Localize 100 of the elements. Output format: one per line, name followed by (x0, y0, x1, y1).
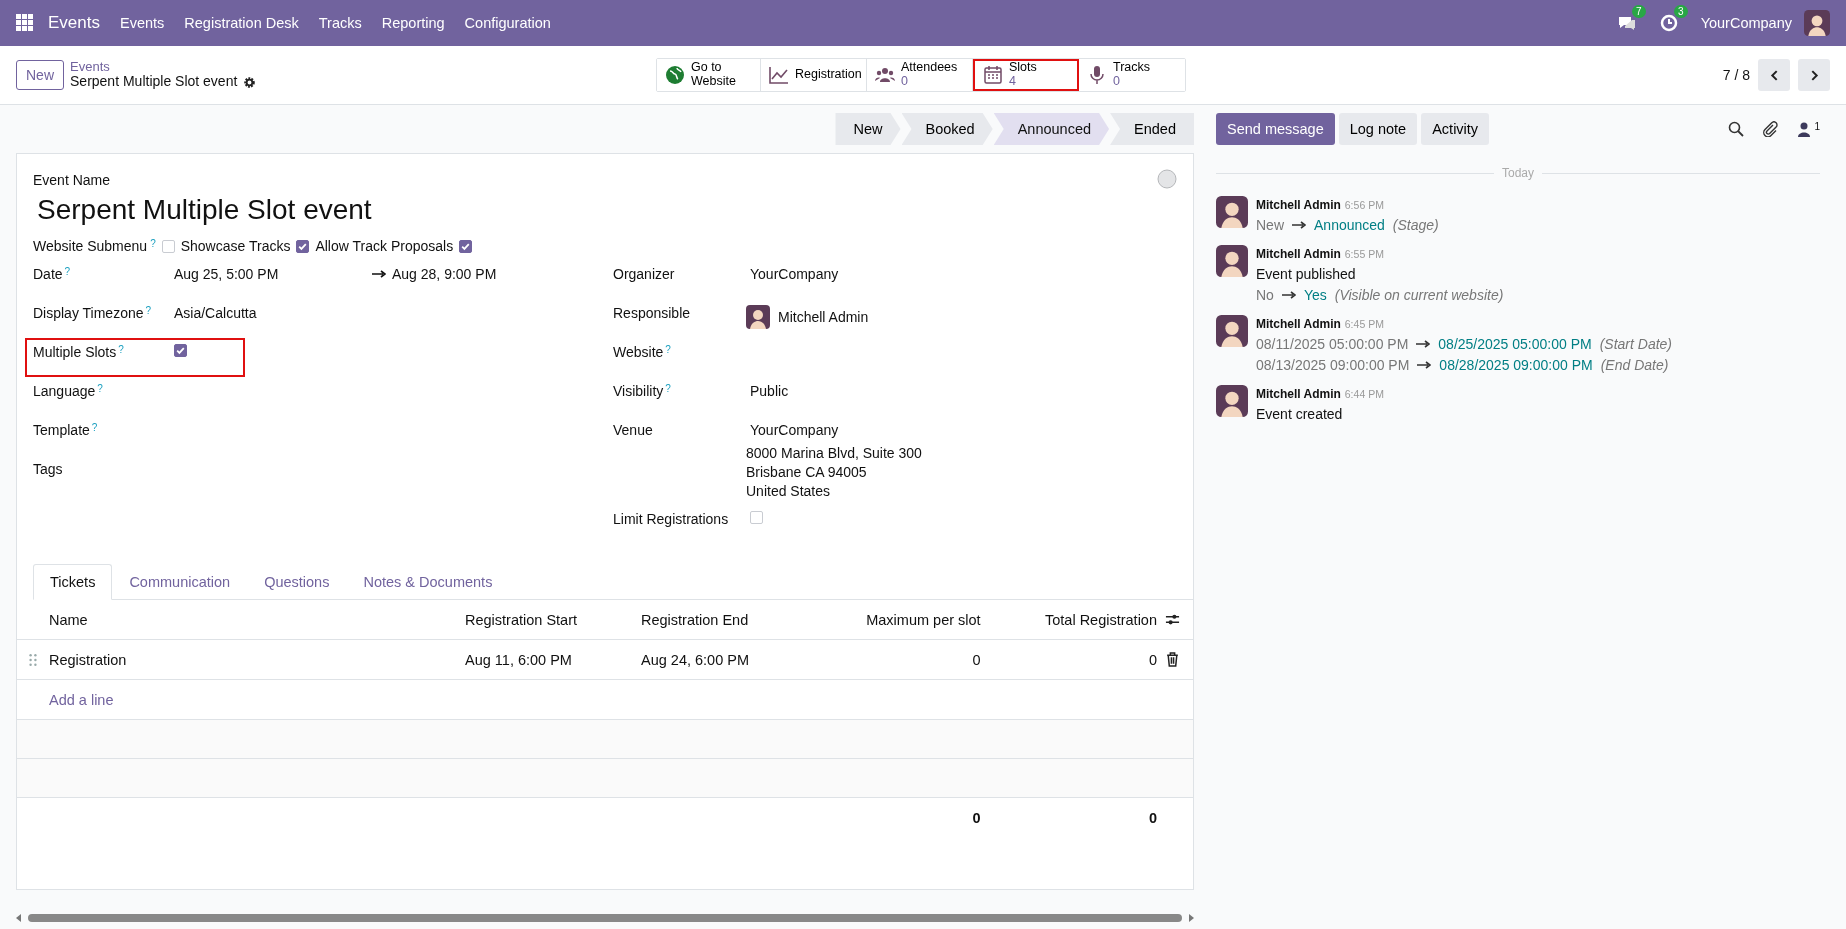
person-icon[interactable] (1796, 121, 1813, 137)
field-label: Date (33, 266, 63, 282)
column-header[interactable]: Total Registration (988, 600, 1165, 640)
message-time: 6:55 PM (1344, 248, 1384, 260)
stage-step[interactable]: New (835, 113, 901, 145)
next-button[interactable] (1798, 59, 1830, 91)
stage-step[interactable]: Announced (993, 113, 1110, 145)
message-author[interactable]: Mitchell Admin (1256, 198, 1341, 212)
chatter-button[interactable]: Activity (1421, 113, 1490, 145)
new-button[interactable]: New (16, 60, 64, 90)
checkbox[interactable] (296, 239, 310, 253)
date-field[interactable]: Aug 25, 5:00 PM (174, 266, 364, 282)
notification-badge: 7 (1632, 5, 1646, 18)
table-cell: Aug 24, 6:00 PM (633, 639, 809, 680)
field-label: Venue (613, 422, 653, 438)
horizontal-scrollbar[interactable] (16, 912, 1194, 924)
field-label: Visibility (613, 383, 664, 399)
arrow-icon (1416, 340, 1431, 348)
stage-step[interactable]: Booked (901, 113, 993, 145)
follower-count: 1 (1814, 121, 1820, 132)
tab[interactable]: Questions (247, 564, 347, 600)
address-line: 8000 Marina Blvd, Suite 300 (746, 445, 922, 461)
tab[interactable]: Communication (112, 564, 248, 600)
avatar-icon (746, 305, 770, 329)
column-header[interactable]: Maximum per slot (809, 600, 989, 640)
company-name[interactable]: YourCompany (1700, 15, 1792, 31)
scroll-right-icon[interactable] (1188, 914, 1194, 922)
new-value: 08/28/2025 09:00:00 PM (1439, 357, 1593, 373)
field-label: Website (613, 344, 664, 360)
field-label: Website Submenu (33, 238, 148, 254)
arrow-icon (1292, 221, 1306, 229)
paperclip-icon[interactable] (1762, 121, 1779, 137)
address-line: Brisbane CA 94005 (746, 464, 868, 480)
chatter-button[interactable]: Send message (1216, 113, 1335, 145)
menu-item[interactable]: Tracks (318, 15, 362, 31)
app-name[interactable]: Events (48, 13, 100, 33)
message-author[interactable]: Mitchell Admin (1256, 317, 1341, 331)
avatar-icon (1216, 385, 1248, 417)
smart-button[interactable]: Go to Website (657, 59, 761, 91)
field-name: (Visible on current website) (1334, 287, 1504, 303)
microphone-icon (1087, 65, 1107, 85)
settings-icon[interactable] (243, 75, 257, 89)
message-author[interactable]: Mitchell Admin (1256, 387, 1341, 401)
avatar-icon (1216, 315, 1248, 347)
drag-handle-icon[interactable] (29, 653, 37, 666)
field-value[interactable]: YourCompany (750, 266, 839, 282)
scroll-left-icon[interactable] (16, 914, 22, 922)
menu-item[interactable]: Events (120, 15, 165, 31)
field-value[interactable]: YourCompany (750, 422, 922, 438)
field-label: Allow Track Proposals (315, 238, 454, 254)
add-line-link[interactable]: Add a line (49, 691, 114, 708)
field-name: (Start Date) (1599, 336, 1672, 352)
apps-menu-icon[interactable] (16, 14, 34, 32)
previous-button[interactable] (1758, 59, 1790, 91)
menu-item[interactable]: Registration Desk (184, 15, 299, 31)
arrow-icon (372, 270, 386, 278)
checkbox[interactable] (459, 239, 473, 253)
sliders-icon[interactable] (1165, 612, 1180, 627)
tab[interactable]: Tickets (33, 564, 113, 600)
search-icon[interactable] (1728, 121, 1745, 137)
breadcrumb-link[interactable]: Events (70, 60, 257, 75)
column-header[interactable]: Registration Start (457, 600, 633, 640)
address-line: United States (746, 483, 832, 499)
tab[interactable]: Notes & Documents (346, 564, 510, 600)
avatar-icon (1804, 10, 1830, 36)
column-header[interactable]: Name (41, 600, 457, 640)
clock-icon[interactable] (1658, 13, 1679, 33)
trash-icon[interactable] (1165, 652, 1180, 667)
pager-counter[interactable]: 7 / 8 (1722, 67, 1750, 83)
field-value[interactable]: Asia/Calcutta (174, 305, 257, 321)
field-label: Limit Registrations (613, 511, 729, 527)
chatter-button[interactable]: Log note (1338, 113, 1418, 145)
event-name-field[interactable]: Serpent Multiple Slot event (37, 194, 1193, 226)
message-time: 6:45 PM (1344, 318, 1384, 330)
field-label: Display Timezone (33, 305, 144, 321)
calendar-icon (983, 65, 1003, 85)
column-header[interactable]: Registration End (633, 600, 809, 640)
field-name: (End Date) (1600, 357, 1669, 373)
menu-item[interactable]: Reporting (381, 15, 445, 31)
menu-item[interactable]: Configuration (464, 15, 551, 31)
stage-step[interactable]: Ended (1110, 113, 1194, 145)
date-field[interactable]: Aug 28, 9:00 PM (392, 266, 497, 282)
field-label: Responsible (613, 305, 691, 321)
notification-badge: 3 (1674, 5, 1688, 18)
field-value[interactable]: Mitchell Admin (778, 309, 869, 325)
table-cell: Aug 11, 6:00 PM (457, 639, 633, 680)
old-value: 08/11/2025 05:00:00 PM (1256, 336, 1409, 352)
message-author[interactable]: Mitchell Admin (1256, 247, 1341, 261)
message-text: Event published (1256, 266, 1357, 282)
message-text: Event created (1256, 406, 1344, 422)
old-value: No (1256, 287, 1274, 303)
checkbox[interactable] (174, 344, 187, 357)
new-value: 08/25/2025 05:00:00 PM (1438, 336, 1592, 352)
field-value[interactable]: Public (750, 383, 789, 399)
new-value: Announced (1314, 217, 1385, 233)
message-time: 6:44 PM (1344, 388, 1384, 400)
new-value: Yes (1303, 287, 1327, 303)
table-cell: 0 (809, 639, 989, 680)
field-label: Template (33, 422, 90, 438)
smart-button[interactable]: Slots 4 (973, 59, 1079, 91)
